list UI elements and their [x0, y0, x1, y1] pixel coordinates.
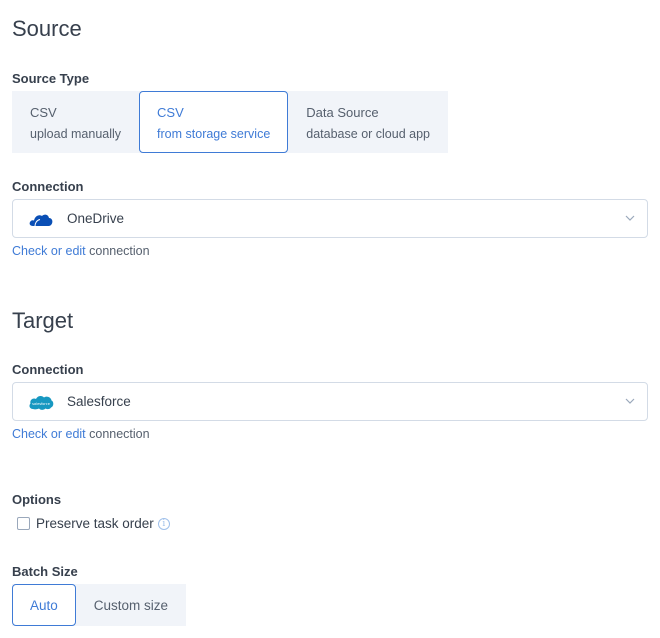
preserve-task-order-label[interactable]: Preserve task order: [36, 516, 154, 531]
chevron-down-icon: [625, 215, 635, 221]
onedrive-cloud-icon: [27, 209, 55, 229]
source-type-title: CSV: [157, 105, 184, 120]
source-type-csv-upload[interactable]: CSV upload manually: [12, 91, 139, 153]
target-connection-label: Connection: [12, 362, 84, 377]
batch-size-label: Batch Size: [12, 564, 78, 579]
source-type-csv-storage[interactable]: CSV from storage service: [139, 91, 289, 153]
batch-size-auto[interactable]: Auto: [12, 584, 76, 626]
target-heading: Target: [12, 308, 74, 333]
info-icon[interactable]: i: [157, 517, 170, 530]
source-check-edit-link[interactable]: Check or edit: [12, 244, 86, 258]
source-check-connection: Check or edit connection: [12, 244, 150, 258]
source-type-title: CSV: [30, 105, 57, 120]
source-type-subtitle: database or cloud app: [306, 127, 430, 141]
source-type-title: Data Source: [306, 105, 379, 120]
target-connection-select[interactable]: salesforce Salesforce: [12, 382, 648, 421]
source-connection-select[interactable]: OneDrive: [12, 199, 648, 238]
svg-text:salesforce: salesforce: [32, 402, 50, 406]
source-type-data-source[interactable]: Data Source database or cloud app: [288, 91, 448, 153]
source-type-subtitle: from storage service: [157, 127, 271, 141]
salesforce-cloud-icon: salesforce: [27, 392, 55, 412]
source-type-selector: CSV upload manually CSV from storage ser…: [12, 91, 448, 153]
preserve-task-order-row: Preserve task order i: [17, 516, 170, 531]
source-connection-label: Connection: [12, 179, 84, 194]
preserve-task-order-checkbox[interactable]: [17, 517, 30, 530]
batch-size-selector: Auto Custom size: [12, 584, 187, 626]
source-type-label: Source Type: [12, 71, 90, 86]
target-check-edit-link[interactable]: Check or edit: [12, 427, 86, 441]
chevron-down-icon: [625, 398, 635, 404]
target-check-rest: connection: [85, 427, 150, 441]
target-check-connection: Check or edit connection: [12, 427, 150, 441]
source-connection-value: OneDrive: [67, 211, 125, 226]
batch-size-custom[interactable]: Custom size: [76, 584, 186, 626]
source-type-subtitle: upload manually: [30, 127, 122, 141]
source-heading: Source: [12, 16, 82, 41]
target-connection-value: Salesforce: [67, 394, 131, 409]
source-check-rest: connection: [85, 244, 150, 258]
options-label: Options: [12, 492, 62, 507]
